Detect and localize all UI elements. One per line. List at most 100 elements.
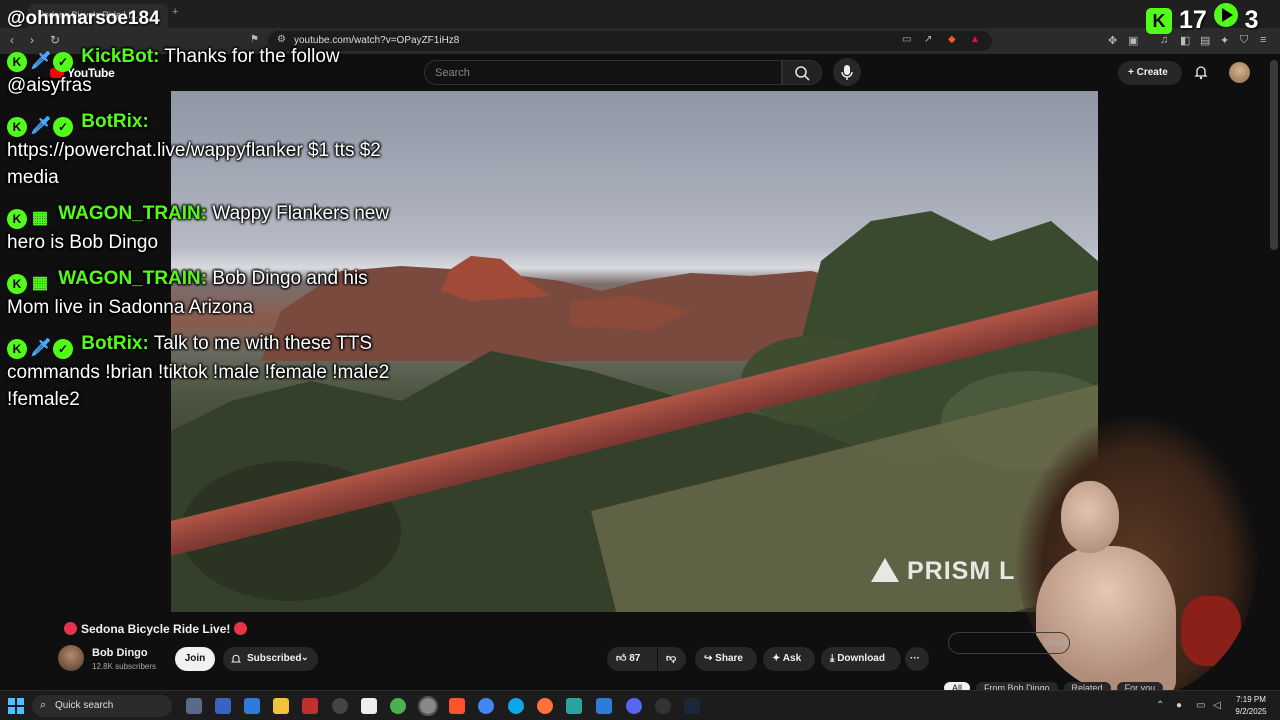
streamer-handle: @ohnmarsoe184 bbox=[7, 8, 160, 29]
dislike-button[interactable]: 👎︎ bbox=[658, 647, 686, 671]
vpn-icon[interactable]: ⛉ bbox=[1240, 34, 1248, 47]
chat-username: BotRix: bbox=[81, 111, 149, 132]
sparkle-icon: ✦ bbox=[772, 653, 783, 664]
create-button[interactable]: + Create bbox=[1118, 61, 1182, 85]
brave-rewards-icon[interactable]: ▲ bbox=[970, 34, 980, 45]
leo-icon[interactable]: ✦ bbox=[1220, 34, 1229, 47]
system-clock[interactable]: 7:19 PM 9/2/2025 bbox=[1228, 694, 1274, 718]
chat-message: K 🗡︎ ✓ BotRix: Talk to me with these TTS c… bbox=[7, 330, 402, 413]
like-count: 87 bbox=[629, 653, 641, 664]
search-icon bbox=[795, 66, 810, 81]
page-scrollbar[interactable] bbox=[1270, 60, 1278, 250]
app-icon[interactable] bbox=[361, 698, 377, 714]
search-input[interactable]: Search bbox=[424, 60, 782, 85]
chat-text: https://powerchat.live/wappyflanker $1 t… bbox=[7, 140, 381, 188]
kick-badge-icon: K bbox=[7, 209, 27, 229]
search-button[interactable] bbox=[782, 60, 822, 85]
like-button[interactable]: 👍︎ 87 bbox=[607, 647, 657, 671]
menu-icon[interactable]: ≡ bbox=[1260, 34, 1266, 46]
task-view-icon[interactable] bbox=[186, 698, 202, 714]
chat-username: WAGON_TRAIN: bbox=[58, 268, 208, 289]
taskbar-search-label: Quick search bbox=[55, 700, 114, 711]
join-button[interactable]: Join bbox=[175, 647, 215, 671]
brave-browser-icon[interactable] bbox=[449, 698, 465, 714]
download-label: Download bbox=[837, 653, 885, 664]
network-icon[interactable]: ▭ bbox=[1196, 700, 1205, 711]
prism-logo-icon bbox=[871, 558, 899, 582]
volume-icon[interactable]: ◁ bbox=[1213, 700, 1221, 711]
show-chat-button[interactable]: Show c bbox=[948, 632, 1070, 654]
microphone-icon[interactable]: ● bbox=[1176, 700, 1182, 711]
new-tab-icon[interactable]: + bbox=[172, 6, 178, 18]
sword-badge-icon: 🗡︎ bbox=[30, 338, 52, 357]
channel-name[interactable]: Bob Dingo bbox=[92, 647, 148, 659]
firefox-icon[interactable] bbox=[537, 698, 553, 714]
wallet-icon[interactable]: ▤ bbox=[1200, 34, 1210, 47]
share-page-icon[interactable]: ↗ bbox=[924, 34, 932, 45]
subscriber-count: 12.8K subscribers bbox=[92, 662, 157, 671]
steam-icon[interactable] bbox=[684, 698, 700, 714]
more-actions-button[interactable]: ··· bbox=[905, 647, 929, 671]
ask-label: Ask bbox=[782, 653, 802, 664]
discord-icon[interactable] bbox=[626, 698, 642, 714]
app-icon[interactable] bbox=[332, 698, 348, 714]
other-viewer-count: 3 bbox=[1244, 6, 1259, 34]
sidebar-icon[interactable]: ◧ bbox=[1180, 34, 1190, 47]
wagon-badge-icon: ▦ bbox=[31, 208, 49, 227]
live-dot-icon bbox=[234, 622, 248, 635]
app-icon[interactable] bbox=[655, 698, 671, 714]
edge-icon[interactable] bbox=[508, 698, 524, 714]
chat-message: K ▦ WAGON_TRAIN: Bob Dingo and his Mom li… bbox=[7, 265, 402, 321]
subscribed-button[interactable]: Subscribed ⌄ bbox=[223, 647, 318, 671]
browser-tab-bar: Sedona Bicycle Ride Li... + bbox=[0, 0, 1280, 28]
thumbs-down-icon: 👎︎ bbox=[666, 653, 677, 664]
more-icon: ··· bbox=[910, 653, 920, 664]
app-icon[interactable] bbox=[244, 698, 260, 714]
verified-badge-icon: ✓ bbox=[53, 339, 73, 359]
cast-icon[interactable]: ▭ bbox=[902, 34, 911, 45]
kick-logo-icon: K bbox=[1146, 8, 1172, 34]
microphone-icon bbox=[841, 65, 853, 80]
viewer-counts: K 17 3 bbox=[1146, 3, 1259, 34]
streamer-head bbox=[1061, 481, 1119, 553]
brave-shields-icon[interactable]: ◆ bbox=[948, 34, 956, 45]
chat-message: K 🗡︎ ✓ KickBot: Thanks for the follow @ais… bbox=[7, 43, 402, 99]
file-explorer-icon[interactable] bbox=[273, 698, 289, 714]
bell-icon bbox=[1194, 66, 1208, 80]
vscode-icon[interactable] bbox=[596, 698, 612, 714]
tray-chevron-icon[interactable]: ⌃ bbox=[1156, 700, 1164, 711]
download-button[interactable]: ⤓ Download bbox=[821, 647, 901, 671]
app-icon[interactable] bbox=[566, 698, 582, 714]
video-title-text: Sedona Bicycle Ride Live! bbox=[81, 622, 231, 636]
taskbar-search[interactable]: ⌕ Quick search bbox=[32, 695, 172, 717]
kick-badge-icon: K bbox=[7, 117, 27, 137]
streamer-body bbox=[1036, 546, 1176, 696]
app-icon[interactable] bbox=[215, 698, 231, 714]
ask-button[interactable]: ✦ Ask bbox=[763, 647, 815, 671]
play-circle-icon bbox=[1213, 3, 1238, 27]
clock-time: 7:19 PM bbox=[1236, 695, 1266, 704]
notifications-button[interactable] bbox=[1193, 64, 1209, 80]
live-dot-icon bbox=[64, 622, 77, 635]
extensions-icon[interactable]: ✥ bbox=[1108, 34, 1117, 47]
sword-badge-icon: 🗡︎ bbox=[30, 51, 52, 70]
chat-message: K ▦ WAGON_TRAIN: Wappy Flankers new hero … bbox=[7, 200, 402, 256]
chat-message: K 🗡︎ ✓ BotRix: https://powerchat.live/wapp… bbox=[7, 108, 402, 191]
app-icon[interactable] bbox=[418, 696, 438, 716]
media-icon[interactable]: ♫ bbox=[1160, 34, 1168, 46]
windows-taskbar: ⌕ Quick search ⌃ ● ▭ ◁ 7:19 PM 9/2/2025 bbox=[0, 690, 1280, 720]
screenshot-icon[interactable]: ▣ bbox=[1128, 34, 1138, 47]
share-label: Share bbox=[715, 653, 743, 664]
account-avatar[interactable] bbox=[1229, 62, 1250, 83]
thumbs-up-icon: 👍︎ bbox=[616, 653, 630, 664]
channel-avatar[interactable] bbox=[58, 645, 84, 671]
windows-start-icon[interactable] bbox=[8, 698, 24, 714]
chrome-icon[interactable] bbox=[478, 698, 494, 714]
app-icon[interactable] bbox=[302, 698, 318, 714]
app-icon[interactable] bbox=[390, 698, 406, 714]
kick-badge-icon: K bbox=[7, 52, 27, 72]
share-icon: ↪ bbox=[704, 653, 716, 664]
share-button[interactable]: ↪ Share bbox=[695, 647, 757, 671]
verified-badge-icon: ✓ bbox=[53, 117, 73, 137]
voice-search-button[interactable] bbox=[833, 58, 861, 86]
